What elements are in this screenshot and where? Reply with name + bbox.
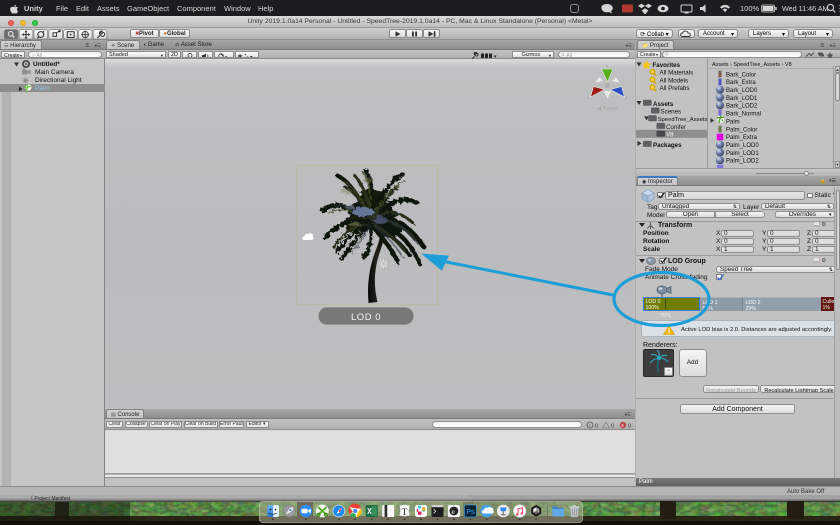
- svg-text:Palm_LOD2: Palm_LOD2: [726, 159, 759, 165]
- svg-text:All Prefabs: All Prefabs: [660, 85, 690, 92]
- svg-text:Palm_Color: Palm_Color: [726, 127, 757, 133]
- svg-text:0: 0: [628, 423, 631, 429]
- svg-text:Palm_LOD1: Palm_LOD1: [726, 151, 759, 157]
- svg-text:Palm_LOD0: Palm_LOD0: [726, 143, 759, 149]
- svg-text:▾: ▾: [250, 54, 253, 58]
- svg-text:Ps: Ps: [466, 509, 475, 516]
- svg-text:Bark_LOD1: Bark_LOD1: [726, 96, 758, 102]
- svg-text:▾: ▾: [494, 54, 497, 59]
- svg-text:Bark_LOD0: Bark_LOD0: [726, 88, 758, 94]
- svg-text:Bark_Color: Bark_Color: [726, 72, 756, 78]
- svg-text:0: 0: [611, 423, 614, 429]
- svg-text:Assets › SpeedTree_Assets › V8: Assets › SpeedTree_Assets › V8: [712, 62, 792, 68]
- svg-text:Scenes: Scenes: [661, 109, 682, 116]
- svg-text:Assets: Assets: [653, 101, 674, 108]
- svg-text:!: !: [668, 328, 670, 335]
- svg-text:▾: ▾: [225, 54, 228, 58]
- svg-text:V8: V8: [666, 132, 674, 139]
- svg-text:!: !: [589, 423, 590, 428]
- svg-text:T: T: [402, 508, 408, 518]
- svg-text:Bark_Extra: Bark_Extra: [726, 80, 756, 86]
- svg-text:Palm_Extra: Palm_Extra: [726, 135, 758, 141]
- svg-text:Packages: Packages: [653, 142, 682, 149]
- svg-text:Bark_Normal: Bark_Normal: [726, 112, 761, 118]
- svg-text:Palm: Palm: [726, 119, 740, 125]
- svg-text:Bark_LOD2: Bark_LOD2: [726, 104, 758, 110]
- svg-text:All Materials: All Materials: [660, 70, 694, 77]
- svg-text:SpeedTree_Assets: SpeedTree_Assets: [658, 117, 708, 123]
- svg-text:Favorites: Favorites: [653, 62, 681, 69]
- svg-text:0: 0: [595, 423, 598, 429]
- svg-text:All Models: All Models: [660, 77, 689, 84]
